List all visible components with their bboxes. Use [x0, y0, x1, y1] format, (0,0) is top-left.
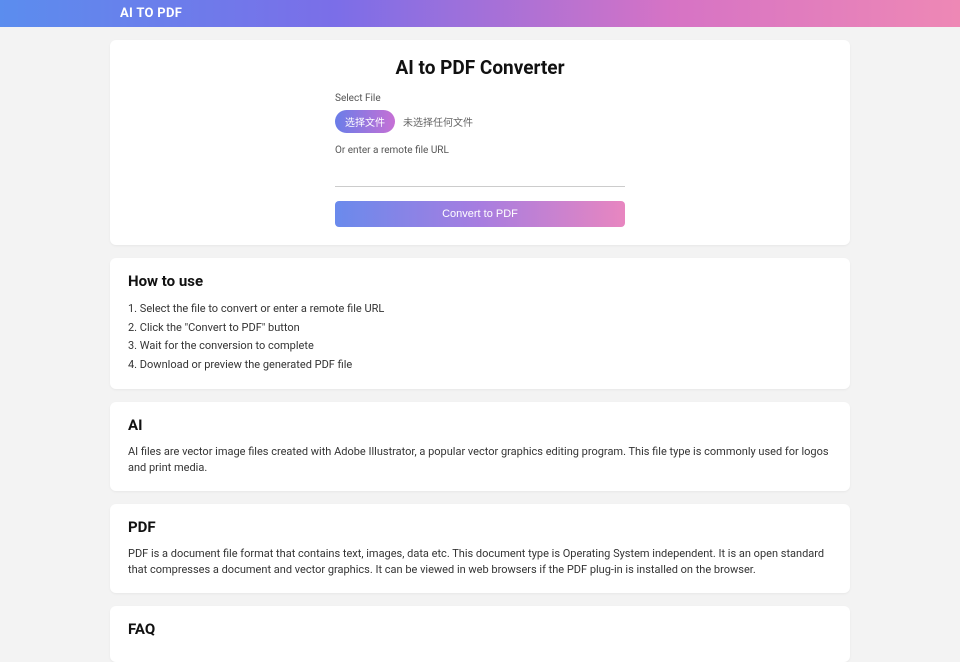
url-input[interactable]	[335, 167, 625, 187]
logo[interactable]: AI TO PDF	[120, 6, 840, 21]
or-url-label: Or enter a remote file URL	[335, 145, 625, 156]
faq-title: FAQ	[128, 620, 832, 638]
howto-title: How to use	[128, 272, 832, 290]
pdf-info-card: PDF PDF is a document file format that c…	[110, 504, 850, 593]
file-status: 未选择任何文件	[403, 114, 473, 129]
howto-step: 2. Click the "Convert to PDF" button	[128, 319, 832, 338]
howto-step: 3. Wait for the conversion to complete	[128, 337, 832, 356]
faq-card: FAQ	[110, 606, 850, 662]
howto-card: How to use 1. Select the file to convert…	[110, 258, 850, 389]
pdf-description: PDF is a document file format that conta…	[128, 546, 832, 579]
howto-step: 4. Download or preview the generated PDF…	[128, 356, 832, 375]
page-title: AI to PDF Converter	[128, 56, 832, 79]
converter-card: AI to PDF Converter Select File 选择文件 未选择…	[110, 40, 850, 245]
convert-button[interactable]: Convert to PDF	[335, 201, 625, 227]
select-file-label: Select File	[335, 93, 625, 104]
choose-file-button[interactable]: 选择文件	[335, 110, 395, 133]
pdf-title: PDF	[128, 518, 832, 536]
ai-description: AI files are vector image files created …	[128, 444, 832, 477]
ai-title: AI	[128, 416, 832, 434]
howto-step: 1. Select the file to convert or enter a…	[128, 300, 832, 319]
header: AI TO PDF	[0, 0, 960, 27]
ai-info-card: AI AI files are vector image files creat…	[110, 402, 850, 491]
